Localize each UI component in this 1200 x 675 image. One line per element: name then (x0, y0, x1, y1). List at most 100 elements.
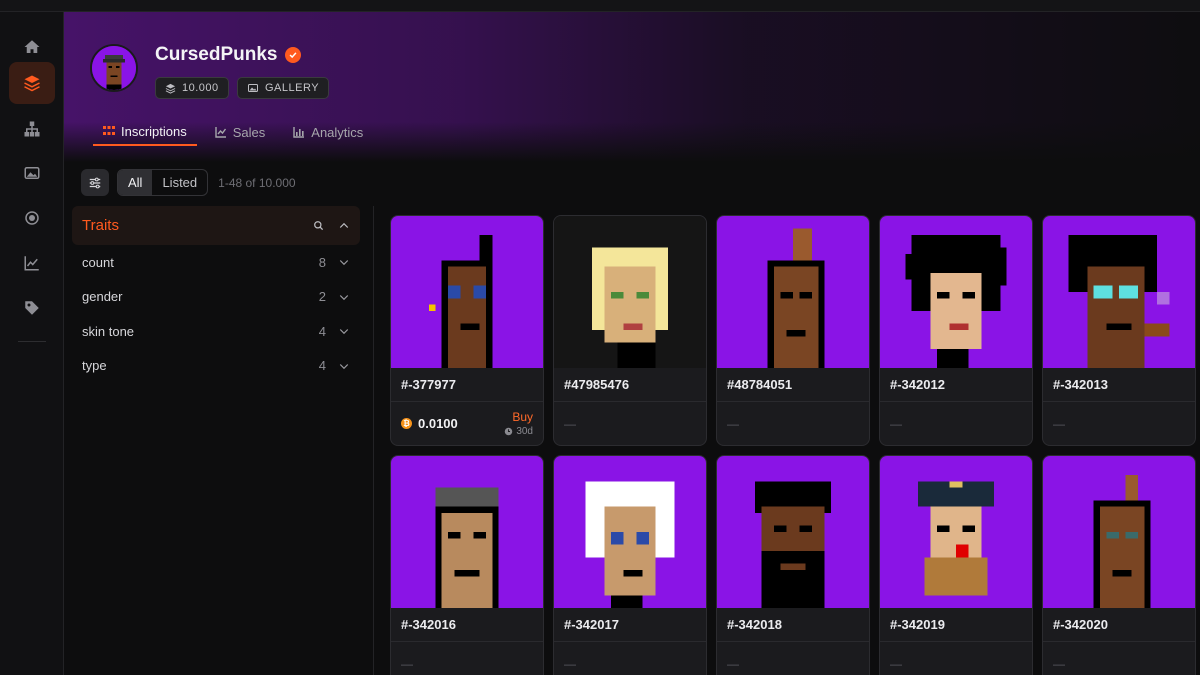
tag-icon[interactable] (9, 287, 55, 329)
age-value: 30d (516, 426, 533, 437)
trait-row-skin-tone[interactable]: skin tone 4 (72, 314, 360, 349)
layers-icon[interactable] (9, 62, 55, 104)
trait-label: count (82, 254, 114, 270)
image-icon[interactable] (9, 152, 55, 194)
inscription-card[interactable]: #-342012 — (879, 215, 1033, 446)
listing-age: 30d (504, 426, 533, 437)
punk-image (717, 216, 869, 368)
chevron-down-icon[interactable] (338, 291, 350, 303)
line-chart-icon (215, 127, 226, 138)
inscription-id: #-377977 (391, 368, 543, 402)
punk-image (554, 456, 706, 608)
inscription-id: #-342019 (880, 608, 1032, 642)
card-footer: — (564, 416, 576, 431)
trait-label: skin tone (82, 323, 135, 339)
collection-avatar (90, 44, 138, 92)
inscription-id: #47985476 (554, 368, 706, 402)
panel-divider (373, 206, 374, 675)
punk-image (1043, 456, 1195, 608)
trait-label: gender (82, 289, 123, 305)
tab-sales[interactable]: Sales (205, 118, 276, 146)
card-footer: — (890, 416, 902, 431)
grid-icon (103, 126, 115, 135)
inscription-id: #-342020 (1043, 608, 1195, 642)
buy-button[interactable]: Buy (504, 410, 533, 424)
bar-chart-icon (293, 127, 305, 138)
inscription-id: #-342017 (554, 608, 706, 642)
sidebar (0, 12, 64, 675)
tab-label: Inscriptions (121, 123, 187, 139)
punk-image (1043, 216, 1195, 368)
inscription-id: #48784051 (717, 368, 869, 402)
chevron-down-icon[interactable] (338, 325, 350, 337)
trait-row-gender[interactable]: gender 2 (72, 280, 360, 315)
inscription-card[interactable]: #-342017 — (553, 455, 707, 675)
bitcoin-icon: ₿ (401, 418, 412, 429)
chevron-down-icon[interactable] (338, 360, 350, 372)
inscription-card[interactable]: #48784051 — (716, 215, 870, 446)
punk-image (391, 216, 543, 368)
traits-header[interactable]: Traits (72, 206, 360, 245)
inscription-card[interactable]: #-377977 ₿ 0.0100 Buy 30d (390, 215, 544, 446)
inscription-card[interactable]: #-342018 — (716, 455, 870, 675)
inscription-card[interactable]: #-342019 — (879, 455, 1033, 675)
punk-image (717, 456, 869, 608)
chevron-down-icon[interactable] (338, 256, 350, 268)
chevron-up-icon[interactable] (338, 220, 350, 232)
inscription-card[interactable]: #-342016 — (390, 455, 544, 675)
sliders-icon (89, 177, 101, 188)
collection-header: CursedPunks 10.000 GALLERY Inscriptions … (64, 12, 1200, 162)
gallery-icon (248, 84, 258, 92)
app-root: CursedPunks 10.000 GALLERY Inscriptions … (0, 0, 1200, 675)
tab-analytics[interactable]: Analytics (283, 118, 373, 146)
supply-count: 10.000 (182, 82, 219, 94)
supply-chip: 10.000 (155, 77, 229, 99)
collection-tabs: Inscriptions Sales Analytics (93, 118, 381, 148)
tab-inscriptions[interactable]: Inscriptions (93, 118, 197, 146)
filter-all-button[interactable]: All (118, 170, 153, 195)
punk-image (391, 456, 543, 608)
filter-bar: All Listed 1-48 of 10.000 (81, 169, 296, 196)
card-footer: — (890, 656, 902, 671)
collection-title: CursedPunks (155, 44, 302, 66)
inscription-id: #-342013 (1043, 368, 1195, 402)
trait-count: 4 (318, 323, 326, 339)
hierarchy-icon[interactable] (9, 108, 55, 150)
trait-label: type (82, 358, 107, 374)
trait-count: 4 (318, 358, 326, 374)
traits-title: Traits (82, 217, 119, 234)
layers-icon (165, 83, 176, 94)
gallery-chip[interactable]: GALLERY (237, 77, 330, 99)
price-value: 0.0100 (418, 416, 458, 431)
clock-icon (505, 427, 513, 436)
card-footer: — (564, 656, 576, 671)
trait-row-type[interactable]: type 4 (72, 349, 360, 384)
filter-toggle-button[interactable] (81, 169, 109, 196)
trait-count: 2 (318, 289, 326, 305)
punk-image (554, 216, 706, 368)
inscription-card[interactable]: #-342013 — (1042, 215, 1196, 446)
listing-filter-toggle: All Listed (117, 169, 209, 196)
trait-row-count[interactable]: count 8 (72, 245, 360, 280)
tab-label: Analytics (311, 124, 364, 140)
sidebar-divider (18, 341, 46, 342)
collection-name: CursedPunks (155, 44, 278, 65)
filter-listed-button[interactable]: Listed (152, 170, 207, 195)
verified-badge-icon (285, 47, 302, 63)
search-icon[interactable] (313, 220, 324, 231)
card-footer: — (727, 416, 739, 431)
buy-block: Buy 30d (504, 410, 533, 437)
card-footer: — (1053, 656, 1065, 671)
card-footer: — (727, 656, 739, 671)
price: ₿ 0.0100 (401, 416, 458, 431)
card-footer: — (401, 656, 413, 671)
traits-panel: Traits count 8 gender 2 skin tone 4 type… (72, 206, 360, 383)
inscription-card[interactable]: #-342020 — (1042, 455, 1196, 675)
punk-image (880, 216, 1032, 368)
inscription-id: #-342012 (880, 368, 1032, 402)
inscription-id: #-342016 (391, 608, 543, 642)
punk-image (880, 456, 1032, 608)
record-icon[interactable] (9, 197, 55, 239)
inscription-card[interactable]: #47985476 — (553, 215, 707, 446)
chart-icon[interactable] (9, 242, 55, 284)
